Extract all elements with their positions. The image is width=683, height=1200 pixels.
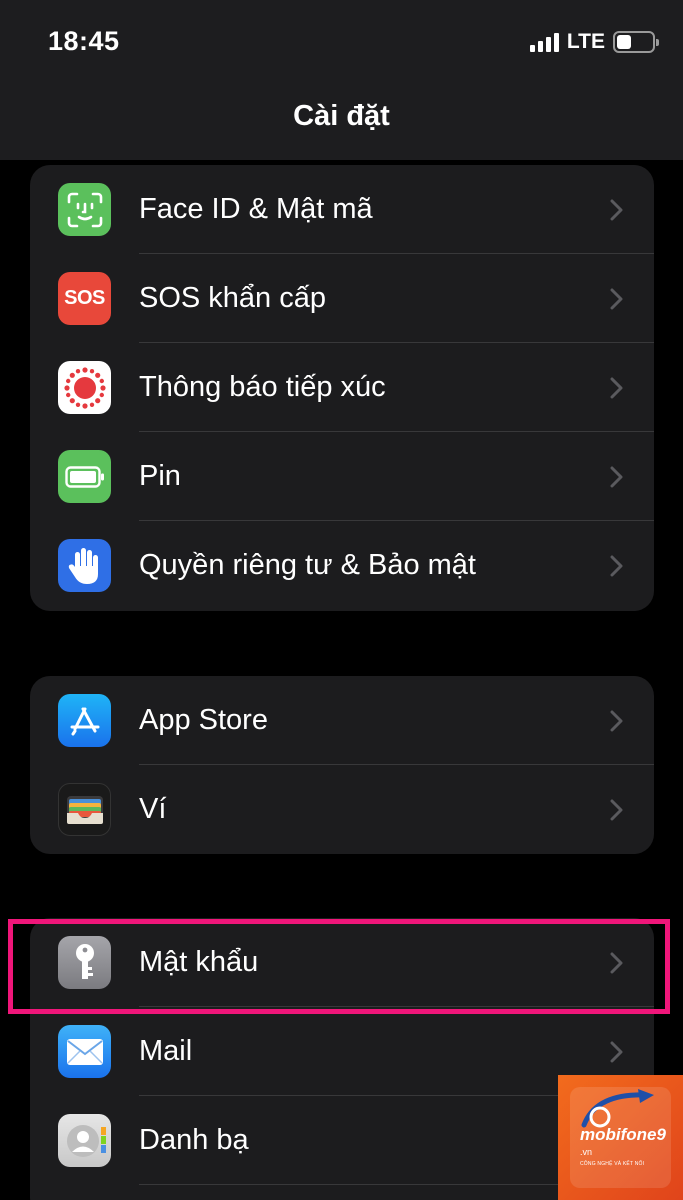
page-title: Cài đặt	[293, 100, 390, 132]
chevron-right-icon	[610, 1041, 623, 1062]
settings-row-label: SOS khẩn cấp	[139, 282, 326, 314]
sos-icon-text: SOS	[64, 287, 105, 309]
settings-row-label: Mail	[139, 1035, 193, 1067]
app-store-icon	[58, 694, 111, 747]
settings-row-wallet[interactable]: Ví	[30, 765, 654, 854]
status-indicators: LTE	[529, 30, 659, 54]
chevron-right-icon	[610, 710, 623, 731]
settings-row-label: Face ID & Mật mã	[139, 193, 373, 225]
settings-row-emergency-sos[interactable]: SOS SOS khẩn cấp	[30, 254, 654, 343]
face-id-icon	[58, 183, 111, 236]
network-type: LTE	[566, 30, 605, 53]
contacts-icon	[58, 1114, 111, 1167]
settings-row-label: Ví	[139, 793, 167, 825]
battery-status-icon	[613, 31, 659, 53]
settings-row-label: Quyền riêng tư & Bảo mật	[139, 549, 476, 581]
chevron-right-icon	[610, 466, 623, 487]
chevron-right-icon	[610, 555, 623, 576]
chevron-right-icon	[610, 288, 623, 309]
settings-row-label: Thông báo tiếp xúc	[139, 371, 386, 403]
watermark-domain: .vn	[580, 1147, 593, 1157]
chevron-right-icon	[610, 199, 623, 220]
wallet-icon	[58, 783, 111, 836]
status-time: 18:45	[48, 26, 120, 56]
settings-row-face-id[interactable]: Face ID & Mật mã	[30, 165, 654, 254]
exposure-notification-icon	[58, 361, 111, 414]
settings-row-label: Pin	[139, 460, 181, 492]
mail-icon	[58, 1025, 111, 1078]
settings-row-battery[interactable]: Pin	[30, 432, 654, 521]
cellular-signal-icon	[529, 32, 559, 52]
watermark-tagline: CÔNG NGHỆ VÀ KẾT NỐI	[580, 1161, 645, 1167]
battery-icon	[58, 450, 111, 503]
settings-row-app-store[interactable]: App Store	[30, 676, 654, 765]
hand-icon	[58, 539, 111, 592]
chevron-right-icon	[610, 799, 623, 820]
settings-row-label: App Store	[139, 704, 268, 736]
settings-group-store: App Store Ví	[30, 676, 654, 854]
settings-group-security: Face ID & Mật mã SOS SOS khẩn cấp Thông …	[30, 165, 654, 611]
watermark-brand: mobifone9	[580, 1125, 666, 1144]
settings-row-label: Danh bạ	[139, 1124, 249, 1156]
highlight-box	[8, 919, 670, 1014]
watermark-logo: mobifone9 .vn CÔNG NGHỆ VÀ KẾT NỐI	[558, 1075, 683, 1200]
settings-row-privacy-security[interactable]: Quyền riêng tư & Bảo mật	[30, 521, 654, 610]
navigation-bar: 18:45 LTE Cài đặt	[0, 0, 683, 160]
chevron-right-icon	[610, 377, 623, 398]
settings-row-exposure-notifications[interactable]: Thông báo tiếp xúc	[30, 343, 654, 432]
sos-icon: SOS	[58, 272, 111, 325]
